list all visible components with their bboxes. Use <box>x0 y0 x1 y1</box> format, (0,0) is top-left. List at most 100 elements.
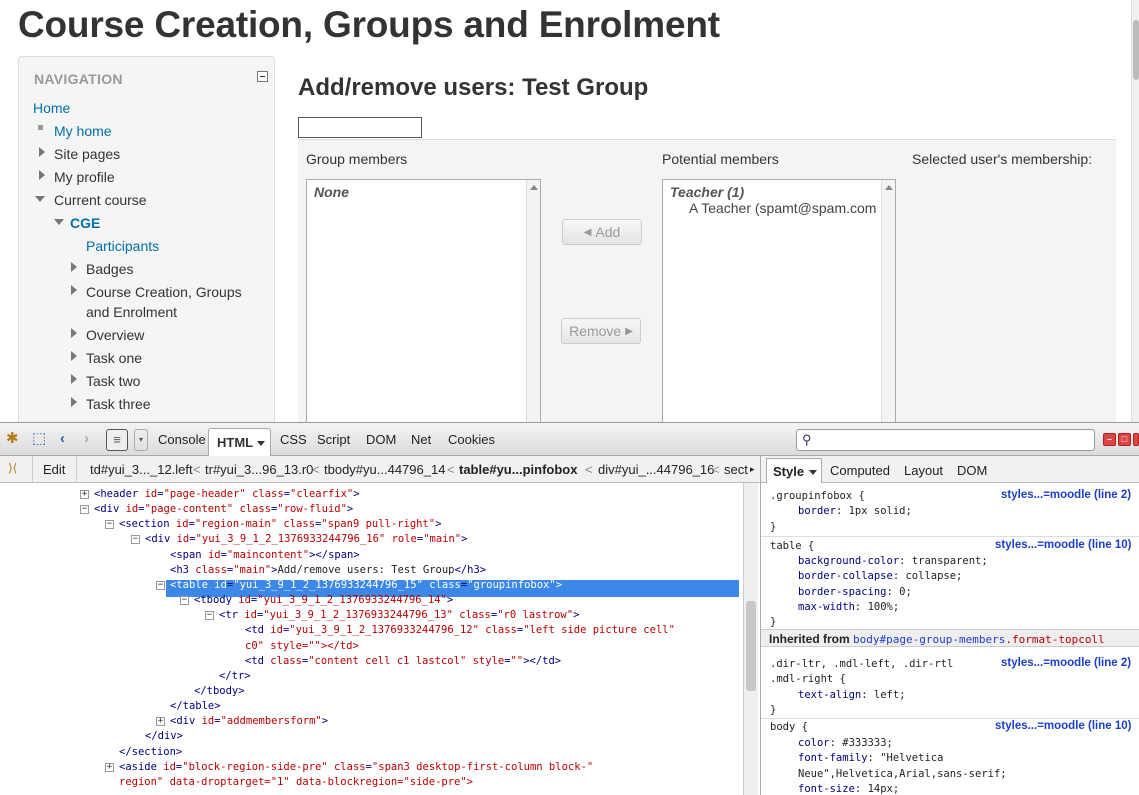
nav-course-section-line2[interactable]: and Enrolment <box>86 302 177 322</box>
page-scrollbar[interactable] <box>1131 0 1139 422</box>
tab-script[interactable]: Script <box>317 432 350 447</box>
add-button[interactable]: ◀ Add <box>562 219 642 245</box>
expand-icon[interactable] <box>71 285 77 295</box>
rule-source-link[interactable]: styles...=moodle (line 2) <box>1001 656 1131 672</box>
rule-source-link[interactable]: styles...=moodle (line 10) <box>995 719 1131 735</box>
collapse-arrow-icon[interactable] <box>35 196 45 202</box>
panel-menu-icon[interactable]: ≡ <box>106 429 128 451</box>
close-icon[interactable] <box>1133 433 1139 446</box>
chevron-down-icon[interactable] <box>809 470 818 476</box>
expand-node-icon[interactable]: + <box>80 490 89 499</box>
edit-button[interactable]: Edit <box>32 456 77 482</box>
collapse-arrow-icon[interactable] <box>54 219 64 225</box>
tab-computed[interactable]: Computed <box>830 463 890 478</box>
chevron-right-icon[interactable]: ▸ <box>750 464 755 475</box>
crumb-td[interactable]: td#yui_3..._12.left <box>90 462 193 477</box>
css-property[interactable]: color: #333333; <box>798 736 893 752</box>
minimize-icon[interactable]: – <box>1103 433 1116 446</box>
tab-console[interactable]: Console <box>158 432 206 447</box>
group-members-list[interactable]: None <box>306 179 541 422</box>
chevron-down-icon[interactable] <box>257 441 266 447</box>
nav-current-course[interactable]: Current course <box>54 190 147 210</box>
tab-html[interactable]: HTML <box>208 428 271 456</box>
tab-layout[interactable]: Layout <box>904 463 943 478</box>
firebug-bug-icon[interactable]: ✱ <box>6 430 19 448</box>
html-tree[interactable]: + <header id="page-header" class="clearfi… <box>0 483 742 795</box>
crumb-tr[interactable]: tr#yui_3...96_13.r0 <box>205 462 313 477</box>
tab-side-dom[interactable]: DOM <box>957 463 987 478</box>
remove-button[interactable]: Remove ▶ <box>561 318 641 344</box>
css-property[interactable]: text-align: left; <box>798 688 905 704</box>
tree-node[interactable]: c0" style=""></td> <box>245 639 359 655</box>
crumb-section[interactable]: sect <box>724 462 748 477</box>
crumb-div[interactable]: div#yui_...44796_16 <box>598 462 714 477</box>
listbox-scrollbar[interactable] <box>526 180 540 422</box>
scroll-up-icon[interactable] <box>530 185 538 190</box>
tree-node[interactable]: <tr id="yui_3_9_1_2_1376933244796_13" cl… <box>219 608 579 624</box>
css-property[interactable]: max-width: 100%; <box>798 600 899 616</box>
tree-node[interactable]: <span id="maincontent"></span> <box>170 548 360 564</box>
nav-course-section[interactable]: Course Creation, Groups <box>86 282 242 302</box>
css-property[interactable]: border: 1px solid; <box>798 504 912 520</box>
potential-members-list[interactable]: Teacher (1) A Teacher (spamt@spam.com <box>662 179 896 422</box>
inherited-class[interactable]: .format-topcoll <box>1005 633 1104 646</box>
nav-cge[interactable]: CGE <box>70 213 100 233</box>
tree-node[interactable]: region" data-droptarget="1" data-blockre… <box>119 775 473 791</box>
detach-icon[interactable]: □ <box>1118 433 1131 446</box>
collapse-node-icon[interactable]: − <box>131 535 140 545</box>
tree-node[interactable]: </section> <box>119 745 182 761</box>
inspect-icon[interactable]: ⬚ <box>32 430 46 448</box>
collapse-icon[interactable] <box>257 71 268 82</box>
tree-node[interactable]: <div id="addmembersform"> <box>170 714 328 730</box>
css-property[interactable]: border-spacing: 0; <box>798 585 912 601</box>
tree-node[interactable]: </tr> <box>219 669 251 685</box>
expand-icon[interactable] <box>71 397 77 407</box>
scroll-thumb[interactable] <box>1133 20 1139 80</box>
rule-source-link[interactable]: styles...=moodle (line 2) <box>1001 488 1131 504</box>
tree-node[interactable]: </table> <box>170 699 221 715</box>
tab-net[interactable]: Net <box>411 432 431 447</box>
tree-node[interactable]: <div id="yui_3_9_1_2_1376933244796_16" r… <box>145 532 467 548</box>
expand-icon[interactable] <box>39 170 45 180</box>
tab-dom[interactable]: DOM <box>366 432 396 447</box>
listbox-scrollbar[interactable] <box>881 180 895 422</box>
scroll-thumb[interactable] <box>746 601 756 691</box>
nav-badges[interactable]: Badges <box>86 259 133 279</box>
tab-cookies[interactable]: Cookies <box>448 432 495 447</box>
expand-node-icon[interactable]: + <box>105 762 114 772</box>
tree-node[interactable]: <td id="yui_3_9_1_2_1376933244796_12" cl… <box>245 623 675 639</box>
rule-source-link[interactable]: styles...=moodle (line 10) <box>995 538 1131 554</box>
tree-node[interactable]: <section id="region-main" class="span9 p… <box>119 517 441 533</box>
tree-scrollbar[interactable] <box>743 483 758 795</box>
breadcrumb-toggle-icon[interactable]: ⟩⟨ <box>8 461 17 475</box>
nav-task-two[interactable]: Task two <box>86 371 140 391</box>
forward-icon[interactable]: › <box>84 430 89 448</box>
expand-icon[interactable] <box>71 262 77 272</box>
tree-node[interactable]: <tbody id="yui_3_9_1_2_1376933244796_14"… <box>194 593 453 609</box>
expand-node-icon[interactable]: + <box>156 717 165 727</box>
tree-node[interactable]: <header id="page-header" class="clearfix… <box>94 487 360 503</box>
tree-node[interactable]: <aside id="block-region-side-pre" class=… <box>119 760 593 776</box>
group-select[interactable] <box>298 117 422 138</box>
user-option[interactable]: A Teacher (spamt@spam.com <box>689 200 876 216</box>
inherited-selector-link[interactable]: body#page-group-members <box>853 633 1005 646</box>
nav-task-one[interactable]: Task one <box>86 348 142 368</box>
tab-css[interactable]: CSS <box>280 432 307 447</box>
crumb-table[interactable]: table#yu...pinfobox <box>459 462 577 477</box>
crumb-tbody[interactable]: tbody#yu...44796_14 <box>324 462 445 477</box>
css-property[interactable]: border-collapse: collapse; <box>798 569 962 585</box>
expand-icon[interactable] <box>71 351 77 361</box>
nav-my-profile[interactable]: My profile <box>54 167 115 187</box>
css-property[interactable]: font-family: "Helvetica <box>798 751 943 767</box>
back-icon[interactable]: ‹ <box>60 430 65 448</box>
dropdown-icon[interactable]: ▾ <box>134 429 148 451</box>
expand-icon[interactable] <box>71 374 77 384</box>
nav-site-pages[interactable]: Site pages <box>54 144 120 164</box>
css-property[interactable]: font-size: 14px; <box>798 782 899 795</box>
collapse-node-icon[interactable]: − <box>180 596 189 606</box>
expand-icon[interactable] <box>39 147 45 157</box>
tree-node[interactable]: <td class="content cell c1 lastcol" styl… <box>245 654 561 670</box>
tree-node[interactable]: <table id="yui_3_9_1_2_1376933244796_15"… <box>170 578 562 594</box>
tree-node[interactable]: </div> <box>145 729 183 745</box>
firebug-search-input[interactable]: ⚲ <box>796 429 1095 451</box>
